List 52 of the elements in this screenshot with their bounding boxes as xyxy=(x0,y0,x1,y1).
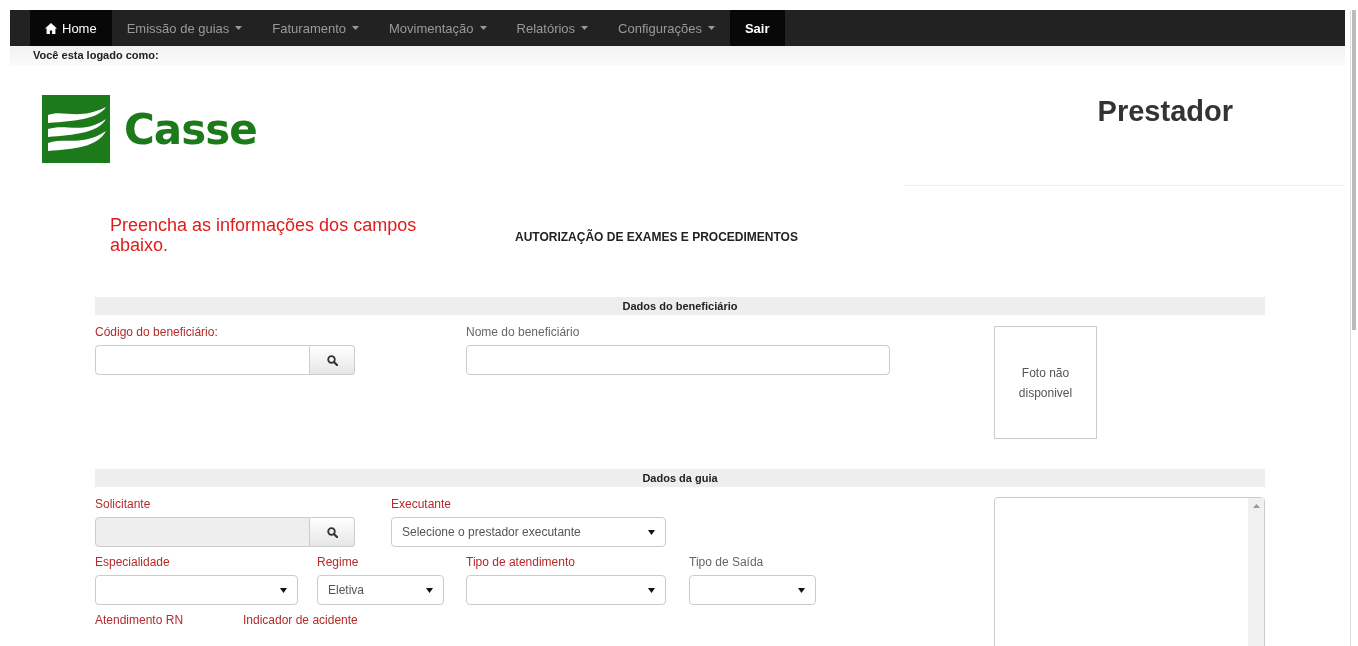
field-label: Tipo de Saída xyxy=(689,555,765,569)
field-label: Nome do beneficiário xyxy=(466,325,581,339)
scrollbar[interactable] xyxy=(1350,10,1356,646)
caret-icon xyxy=(648,587,655,593)
select-dropdown[interactable] xyxy=(95,575,298,605)
caret-icon xyxy=(798,587,805,593)
form-title: AUTORIZAÇÃO DE EXAMES E PROCEDIMENTOS xyxy=(515,230,798,244)
select-dropdown[interactable]: Eletiva xyxy=(317,575,444,605)
nav-link[interactable]: Emissão de guias xyxy=(111,10,258,46)
nav-link[interactable]: Home xyxy=(30,10,112,46)
photo-placeholder-text: Foto não disponivel xyxy=(1017,364,1074,402)
field-label: Código do beneficiário: xyxy=(95,325,219,339)
select-dropdown[interactable] xyxy=(689,575,816,605)
field-label: Especialidade xyxy=(95,555,171,569)
search-icon xyxy=(326,354,338,366)
caret-icon xyxy=(352,26,359,30)
logo-text: Casse xyxy=(124,104,257,154)
caret-icon xyxy=(235,26,243,30)
caret-icon xyxy=(479,26,487,30)
instruction-text: Preencha as informações dos campos abaixo. xyxy=(110,215,418,257)
nav-link[interactable]: Sair xyxy=(729,10,785,46)
caret-icon xyxy=(426,587,433,593)
caret-icon xyxy=(707,26,715,30)
field-label: Solicitante xyxy=(95,497,152,511)
caret-icon xyxy=(648,529,655,535)
search-icon xyxy=(326,526,338,538)
input-field[interactable] xyxy=(95,345,310,375)
scrollbar[interactable] xyxy=(1248,498,1264,646)
text-area[interactable] xyxy=(994,497,1265,646)
field-label: Regime xyxy=(317,555,360,569)
field-label: Indicador de acidente xyxy=(243,613,359,627)
field-label: Tipo de atendimento xyxy=(466,555,576,569)
login-status-text: Você esta logado como: xyxy=(33,49,159,61)
scroll-up-icon[interactable] xyxy=(1252,504,1260,508)
logo-icon xyxy=(42,95,110,163)
caret-icon xyxy=(280,587,287,593)
select-dropdown[interactable] xyxy=(466,575,666,605)
section-header: Dados do beneficiário xyxy=(95,297,1265,315)
page-title: Prestador xyxy=(1097,95,1233,129)
input-field[interactable] xyxy=(466,345,890,375)
home-icon xyxy=(45,22,57,34)
caret-icon xyxy=(581,26,589,30)
search-button[interactable] xyxy=(310,517,355,547)
nav-link[interactable]: Faturamento xyxy=(257,10,374,46)
nav-link[interactable]: Movimentação xyxy=(374,10,502,46)
field-label: Executante xyxy=(391,497,453,511)
nav-link[interactable]: Relatórios xyxy=(501,10,604,46)
nav-link[interactable]: Configurações xyxy=(603,10,730,46)
field-label: Atendimento RN xyxy=(95,613,185,627)
search-button[interactable] xyxy=(310,345,355,375)
section-header: Dados da guia xyxy=(95,469,1265,487)
select-dropdown[interactable]: Selecione o prestador executante xyxy=(391,517,666,547)
